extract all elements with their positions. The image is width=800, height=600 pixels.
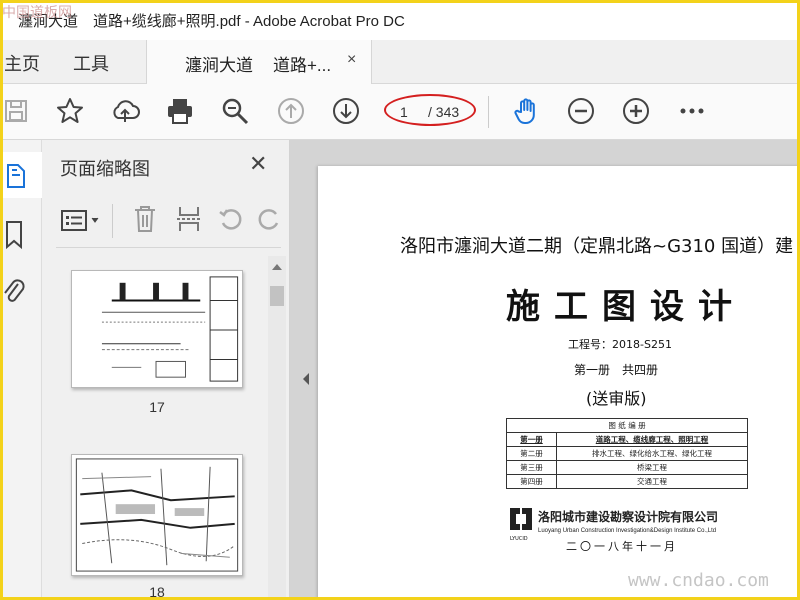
table-cell-content: 排水工程、绿化给水工程、绿化工程 xyxy=(556,446,748,461)
menu-tools[interactable]: 工具 xyxy=(73,50,109,76)
panel-toolbar-separator xyxy=(112,204,113,238)
table-row: 第二册 排水工程、绿化给水工程、绿化工程 xyxy=(506,446,748,461)
zoom-in-icon[interactable] xyxy=(621,96,651,126)
more-icon[interactable] xyxy=(677,96,707,126)
page-project-number: 工程号：2018-S251 xyxy=(568,338,672,351)
page-main-title: 施工图设计 xyxy=(506,287,746,327)
thumbnail-label-18: 18 xyxy=(149,584,165,600)
pdf-page: 洛阳市瀍涧大道二期（定鼎北路~G310 国道）建 施工图设计 工程号：2018-… xyxy=(318,166,800,600)
highlight-circle xyxy=(384,94,476,126)
document-tab[interactable]: 瀍涧大道 道路+... × xyxy=(146,40,372,84)
panel-close-icon[interactable]: ✕ xyxy=(249,151,267,177)
page-volume: 第一册 共四册 xyxy=(574,363,659,377)
attachment-icon[interactable] xyxy=(2,276,26,308)
extract-page-icon[interactable] xyxy=(176,204,202,234)
scroll-up-arrow-icon xyxy=(272,264,282,270)
tab-row: 主页 工具 瀍涧大道 道路+... × xyxy=(0,40,800,84)
document-tab-close-icon[interactable]: × xyxy=(347,51,356,69)
thumbnails-scrollbar[interactable] xyxy=(268,256,286,600)
table-cell-content: 交通工程 xyxy=(556,474,748,489)
print-icon[interactable] xyxy=(165,96,195,126)
table-row: 第四册 交通工程 xyxy=(506,474,748,489)
scrollbar-thumb[interactable] xyxy=(270,286,284,306)
collapse-panel-icon[interactable] xyxy=(300,370,312,388)
star-icon[interactable] xyxy=(55,96,85,126)
page-date: 二〇一八年十一月 xyxy=(566,540,678,553)
table-cell-volume: 第一册 xyxy=(506,432,557,447)
table-cell-volume: 第二册 xyxy=(506,446,557,461)
menu-home[interactable]: 主页 xyxy=(4,50,40,76)
table-cell-volume: 第三册 xyxy=(506,460,557,475)
rotate-right-icon[interactable] xyxy=(256,206,282,232)
document-tab-name-rest: 道路+... xyxy=(273,56,332,75)
title-bar: 中国道板网 瀍涧大道 道路+缆线廊+照明.pdf - Adobe Acrobat… xyxy=(0,0,800,40)
page-down-icon[interactable] xyxy=(331,96,361,126)
organization-name: 洛阳城市建设勘察设计院有限公司 xyxy=(538,510,719,524)
thumbnail-page-18[interactable] xyxy=(71,454,243,576)
delete-page-icon[interactable] xyxy=(132,204,158,234)
table-cell-content: 桥梁工程 xyxy=(556,460,748,475)
page-thumbnails-icon[interactable] xyxy=(4,162,28,190)
bookmark-icon[interactable] xyxy=(4,220,24,250)
thumbnail-label-17: 17 xyxy=(149,399,165,415)
toolbar-separator xyxy=(488,96,489,128)
organization-name-en: Luoyang Urban Construction Investigation… xyxy=(538,528,717,534)
volume-table: 图 纸 编 册 第一册 道路工程、缆线廊工程、照明工程 第二册 排水工程、绿化给… xyxy=(506,418,748,489)
logo-caption: LYUCID xyxy=(510,536,528,542)
hand-icon[interactable] xyxy=(512,96,542,126)
upload-icon[interactable] xyxy=(110,96,140,126)
document-tab-name: 瀍涧大道 xyxy=(185,56,253,75)
thumbnail-page-17[interactable] xyxy=(71,270,243,388)
window-title: 瀍涧大道 道路+缆线廊+照明.pdf - Adobe Acrobat Pro D… xyxy=(18,12,405,30)
panel-toolbar xyxy=(56,198,281,248)
zoom-search-icon[interactable] xyxy=(220,96,250,126)
zoom-out-icon[interactable] xyxy=(566,96,596,126)
table-row: 第三册 桥梁工程 xyxy=(506,460,748,475)
corner-watermark: 中国道板网 xyxy=(2,5,72,21)
save-icon[interactable] xyxy=(2,96,32,126)
page-up-icon[interactable] xyxy=(276,96,306,126)
table-cell-volume: 第四册 xyxy=(506,474,557,489)
company-logo xyxy=(508,506,534,532)
thumbnails-panel: 页面缩略图 ✕ 17 18 xyxy=(42,140,290,600)
thumbnail-options-icon[interactable] xyxy=(60,208,102,234)
volume-table-header: 图 纸 编 册 xyxy=(506,418,748,433)
site-watermark: www.cndao.com xyxy=(628,570,769,591)
rotate-left-icon[interactable] xyxy=(218,206,244,232)
panel-title: 页面缩略图 xyxy=(60,159,150,179)
left-nav-rail xyxy=(0,140,42,600)
page-version: (送审版) xyxy=(586,389,647,408)
table-row: 第一册 道路工程、缆线廊工程、照明工程 xyxy=(506,432,748,447)
page-project-title: 洛阳市瀍涧大道二期（定鼎北路~G310 国道）建 xyxy=(400,236,794,257)
table-cell-content: 道路工程、缆线廊工程、照明工程 xyxy=(556,432,748,447)
page-number-control[interactable]: 1 / 343 xyxy=(384,94,486,126)
